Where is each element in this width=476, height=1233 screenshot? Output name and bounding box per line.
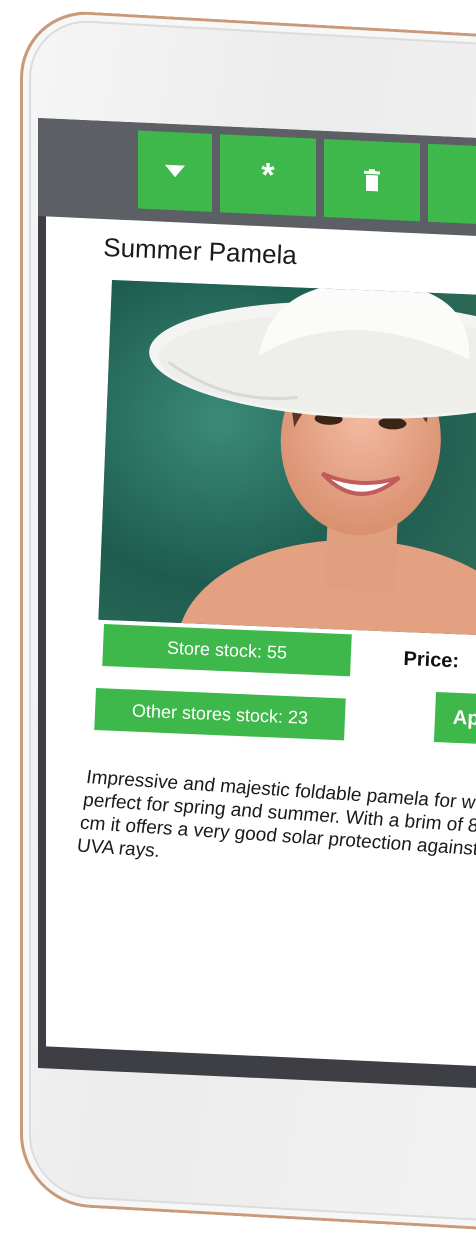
dropdown-button[interactable] (138, 130, 212, 212)
delete-button[interactable] (324, 138, 420, 222)
toolbar-button-4[interactable] (428, 143, 476, 228)
action-button-label: Ap (452, 706, 476, 730)
other-stores-stock-label: Other stores stock: 23 (131, 700, 309, 728)
price-label: Price: (403, 648, 460, 673)
action-button[interactable]: Ap (433, 692, 476, 747)
trash-icon (364, 169, 380, 192)
product-photo (98, 280, 476, 635)
woman-in-hat-image (98, 280, 476, 635)
triangle-down-icon (165, 164, 185, 178)
favorite-button[interactable]: * (220, 134, 316, 217)
store-stock-label: Store stock: 55 (166, 637, 288, 663)
asterisk-icon: * (261, 156, 275, 195)
